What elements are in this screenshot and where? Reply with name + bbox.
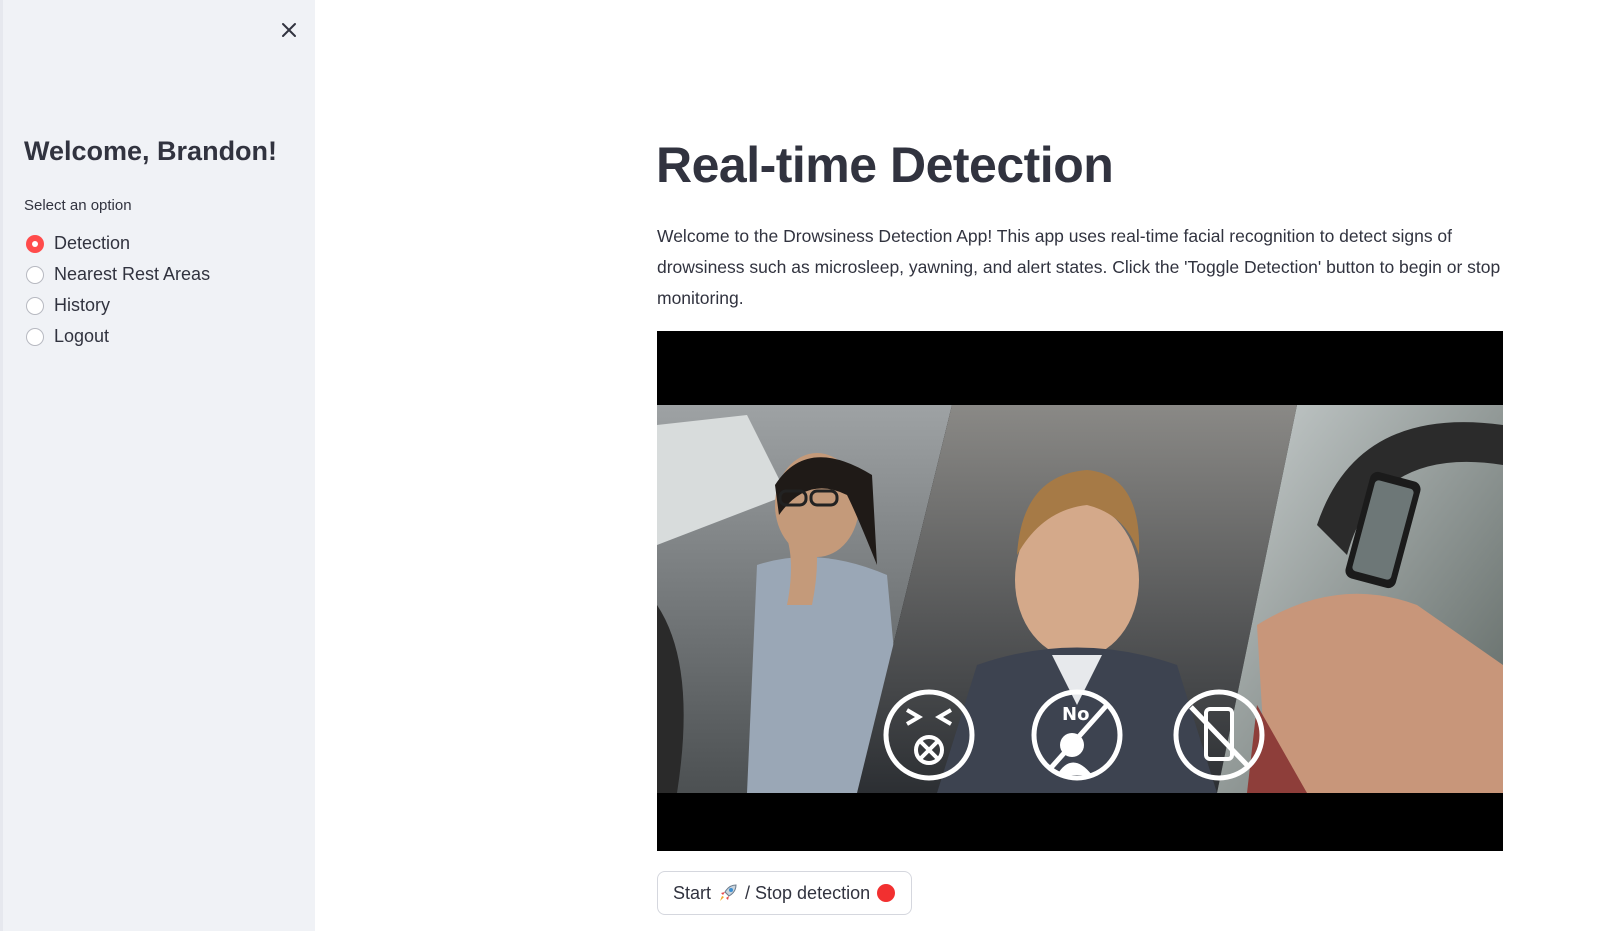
radio-option-history[interactable]: History: [26, 290, 210, 321]
stop-label: / Stop detection: [745, 882, 871, 903]
radio-option-logout[interactable]: Logout: [26, 321, 210, 352]
toggle-detection-button[interactable]: Start / Stop detection: [657, 871, 913, 915]
radio-option-nearest-rest-areas[interactable]: Nearest Rest Areas: [26, 259, 210, 290]
radio-option-label: Nearest Rest Areas: [54, 264, 211, 284]
page-title: Real-time Detection: [656, 137, 1114, 193]
radio-button[interactable]: [26, 296, 44, 315]
close-icon: [282, 23, 296, 37]
page-description: Welcome to the Drowsiness Detection App!…: [657, 226, 1501, 308]
radio-group-label: Select an option: [24, 197, 132, 214]
app-root: Welcome, Brandon! Select an option Detec…: [0, 0, 1619, 931]
svg-text:No: No: [1062, 704, 1089, 725]
start-label: Start: [673, 882, 712, 903]
red-dot-icon: [876, 883, 896, 903]
radio-button-checked[interactable]: [26, 234, 44, 253]
video-feed: No: [657, 331, 1503, 851]
radio-option-label: Logout: [54, 326, 110, 346]
driver-monitoring-image: No: [657, 405, 1503, 793]
rocket-icon: [717, 882, 739, 904]
close-sidebar-button[interactable]: [275, 16, 303, 44]
radio-option-detection[interactable]: Detection: [26, 228, 210, 259]
radio-button[interactable]: [26, 327, 44, 346]
radio-option-label: Detection: [54, 233, 131, 253]
navigation-radio-group: Detection Nearest Rest Areas History Log…: [26, 228, 210, 352]
radio-option-label: History: [54, 295, 111, 315]
sidebar-title: Welcome, Brandon!: [24, 136, 278, 166]
radio-button[interactable]: [26, 265, 44, 284]
sidebar: Welcome, Brandon! Select an option Detec…: [0, 0, 315, 931]
